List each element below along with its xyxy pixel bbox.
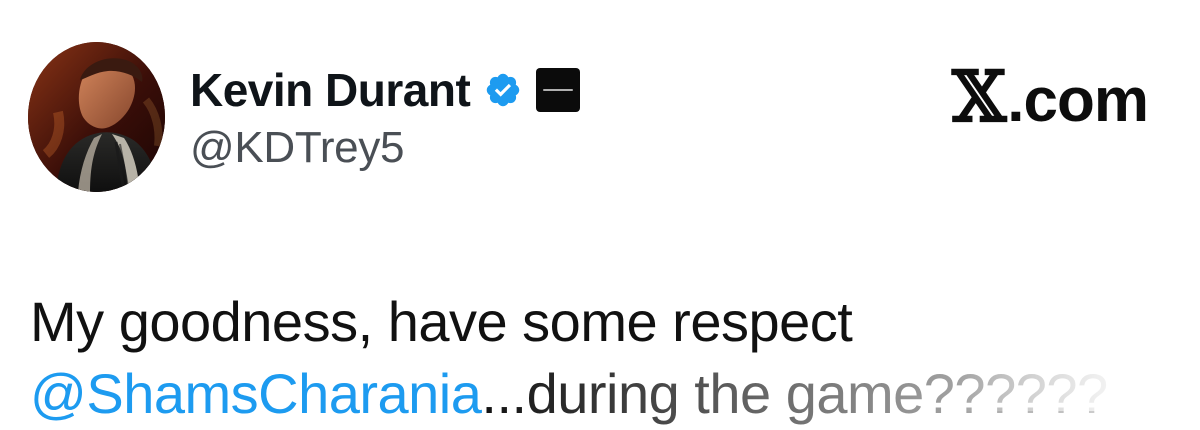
- author-row: Kevin Durant: [190, 64, 581, 116]
- affiliate-mark: [543, 89, 574, 91]
- tweet-line-2: @ShamsCharania...during the game??????: [30, 358, 1170, 430]
- tweet-line-1: My goodness, have some respect: [30, 290, 853, 353]
- x-logo-icon: 𝕏: [951, 55, 1006, 138]
- mention-link[interactable]: @ShamsCharania: [30, 362, 482, 425]
- site-label: 𝕏 .com: [951, 55, 1149, 138]
- tweet-card: Kevin Durant @KDTrey5 𝕏 .com My goodness…: [0, 0, 1200, 425]
- tweet-body: My goodness, have some respect @ShamsCha…: [30, 286, 1170, 430]
- author-name[interactable]: Kevin Durant: [190, 67, 471, 113]
- affiliate-badge-icon[interactable]: [536, 68, 581, 112]
- site-domain: .com: [1007, 66, 1149, 135]
- profile-photo-icon: [28, 42, 165, 192]
- author-handle[interactable]: @KDTrey5: [190, 126, 405, 170]
- avatar[interactable]: [28, 42, 165, 192]
- tweet-line-2-tail: ...during the game??????: [481, 362, 1108, 425]
- verified-badge-icon[interactable]: [484, 71, 522, 109]
